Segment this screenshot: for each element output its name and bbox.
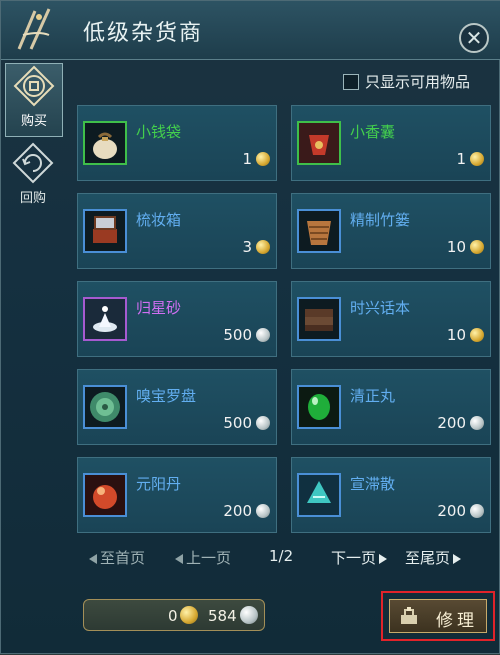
first-page-button[interactable]: 至首页 <box>89 547 145 568</box>
repair-icon <box>401 607 417 624</box>
shop-item[interactable]: 梳妆箱 3 <box>77 193 277 269</box>
tab-buyback[interactable]: 回购 <box>5 141 61 213</box>
silver-coin-icon <box>470 504 484 518</box>
tab-buy-label: 购买 <box>20 114 47 129</box>
close-icon[interactable]: ✕ <box>459 23 489 53</box>
shop-item[interactable]: 清正丸 200 <box>291 369 491 445</box>
shop-item[interactable]: 时兴话本 10 <box>291 281 491 357</box>
item-price: 200 <box>437 414 466 432</box>
silver-amount: 584 <box>208 607 237 625</box>
star-sand-icon <box>83 297 127 341</box>
item-price: 1 <box>242 150 252 168</box>
repair-button[interactable]: 修理 <box>389 599 487 633</box>
item-price: 10 <box>446 238 466 256</box>
title-bar[interactable]: 低级杂货商 ✕ <box>1 1 500 60</box>
gold-coin-icon <box>470 152 484 166</box>
red-pill-icon <box>83 473 127 517</box>
shop-item[interactable]: 嗅宝罗盘 500 <box>77 369 277 445</box>
filter-checkbox[interactable] <box>343 73 359 90</box>
tab-buy[interactable]: 购买 <box>5 63 63 137</box>
story-book-icon <box>297 297 341 341</box>
filter-label: 只显示可用物品 <box>365 73 471 91</box>
arrow-right-icon <box>453 553 462 564</box>
side-tab-bar: 购买 回购 <box>1 59 63 655</box>
item-price: 500 <box>223 414 252 432</box>
item-name: 宣滞散 <box>350 475 396 493</box>
arrow-left-icon <box>89 553 97 564</box>
repair-label: 修理 <box>436 611 478 631</box>
item-name: 时兴话本 <box>350 299 411 317</box>
page-indicator: 1/2 <box>269 547 294 565</box>
gold-amount: 0 <box>168 607 178 625</box>
buy-icon <box>13 65 55 107</box>
prev-page-label: 上一页 <box>186 549 232 567</box>
shop-logo-icon <box>17 8 51 50</box>
prev-page-button[interactable]: 上一页 <box>175 547 231 568</box>
gold-coin-icon <box>256 152 270 166</box>
pagination: 至首页 上一页 1/2 下一页 至尾页 <box>89 547 479 571</box>
treasure-compass-icon <box>83 385 127 429</box>
green-pill-icon <box>297 385 341 429</box>
silver-coin-icon <box>256 504 270 518</box>
item-name: 梳妆箱 <box>136 211 182 229</box>
item-price: 200 <box>223 502 252 520</box>
gold-coin-icon <box>180 606 198 624</box>
tab-buyback-label: 回购 <box>19 191 46 206</box>
repair-highlight: 修理 <box>381 591 495 641</box>
silver-coin-icon <box>256 416 270 430</box>
buyback-icon <box>12 142 54 184</box>
powder-packet-icon <box>297 473 341 517</box>
item-name: 元阳丹 <box>136 475 182 493</box>
item-name: 嗅宝罗盘 <box>136 387 197 405</box>
next-page-button[interactable]: 下一页 <box>331 547 388 568</box>
arrow-right-icon <box>379 553 388 564</box>
shop-item[interactable]: 小香囊 1 <box>291 105 491 181</box>
item-name: 小香囊 <box>350 123 396 141</box>
silver-coin-icon <box>470 416 484 430</box>
first-page-label: 至首页 <box>100 549 146 567</box>
bamboo-basket-icon <box>297 209 341 253</box>
shop-item[interactable]: 小钱袋 1 <box>77 105 277 181</box>
item-price: 500 <box>223 326 252 344</box>
shop-item[interactable]: 元阳丹 200 <box>77 457 277 533</box>
shop-window: 低级杂货商 ✕ 购买 回购 只显示可用物品 小钱袋 1 小香囊 1 梳妆箱 3 … <box>0 0 500 654</box>
vanity-box-icon <box>83 209 127 253</box>
item-price: 200 <box>437 502 466 520</box>
gold-coin-icon <box>470 328 484 342</box>
item-name: 归星砂 <box>136 299 182 317</box>
item-name: 精制竹篓 <box>350 211 411 229</box>
gold-coin-icon <box>470 240 484 254</box>
next-page-label: 下一页 <box>331 549 377 567</box>
arrow-left-icon <box>175 553 183 564</box>
last-page-label: 至尾页 <box>405 549 451 567</box>
item-price: 1 <box>456 150 466 168</box>
item-name: 清正丸 <box>350 387 396 405</box>
shop-item[interactable]: 精制竹篓 10 <box>291 193 491 269</box>
silver-coin-icon <box>256 328 270 342</box>
available-only-filter[interactable]: 只显示可用物品 <box>343 71 470 92</box>
sachet-icon <box>297 121 341 165</box>
money-pouch-icon <box>83 121 127 165</box>
shop-item[interactable]: 宣滞散 200 <box>291 457 491 533</box>
window-title: 低级杂货商 <box>83 21 204 46</box>
item-price: 3 <box>242 238 252 256</box>
silver-coin-icon <box>240 606 258 624</box>
last-page-button[interactable]: 至尾页 <box>405 547 462 568</box>
shop-item[interactable]: 归星砂 500 <box>77 281 277 357</box>
item-name: 小钱袋 <box>136 123 182 141</box>
wallet-display: 0 584 <box>83 599 265 631</box>
item-price: 10 <box>446 326 466 344</box>
gold-coin-icon <box>256 240 270 254</box>
